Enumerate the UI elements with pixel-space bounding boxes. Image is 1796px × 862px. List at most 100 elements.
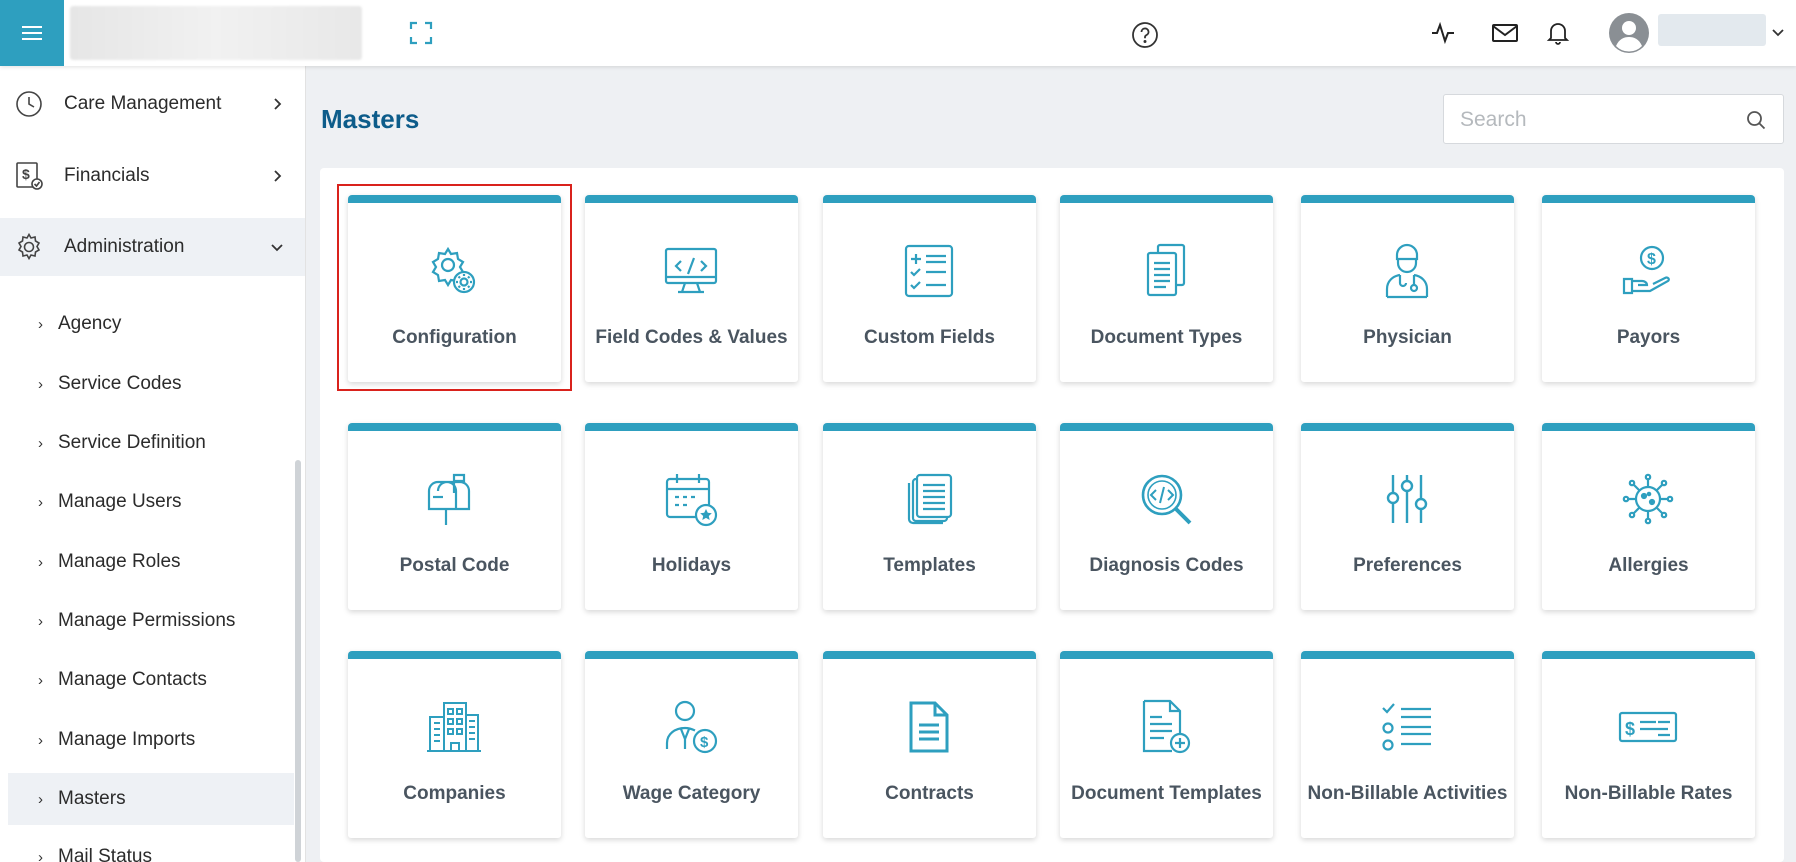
tile-diagnosis-codes[interactable]: Diagnosis Codes [1060,423,1273,610]
svg-text:$: $ [700,734,709,751]
sidebar-subitem-label: Mail Status [58,846,152,862]
sidebar-scrollbar[interactable] [295,460,301,862]
sidebar-subitem-label: Manage Roles [58,551,181,572]
cheque-icon: $ [1618,711,1678,743]
tile-label: Allergies [1608,555,1689,576]
tile-label: Non-Billable Rates [1564,783,1733,804]
fullscreen-icon[interactable] [408,20,434,46]
tile-contracts[interactable]: Contracts [823,651,1036,838]
chevron-right-icon: › [38,553,43,571]
checklist-icon [904,244,954,298]
sidebar-subitem-manage-users[interactable]: › Manage Users [8,476,294,528]
page-title: Masters [321,104,420,134]
tile-label: Diagnosis Codes [1089,555,1244,576]
template-pages-icon [907,473,953,525]
tile-label: Custom Fields [864,327,995,348]
tile-label: Physician [1363,327,1452,348]
chevron-right-icon: › [38,731,43,749]
svg-text:$: $ [1625,719,1635,739]
search-box [1443,94,1784,144]
tile-label: Payors [1616,327,1681,348]
tile-preferences[interactable]: Preferences [1301,423,1514,610]
sidebar-subitem-manage-contacts[interactable]: › Manage Contacts [8,654,294,706]
chevron-right-icon: › [38,671,43,689]
tile-document-templates[interactable]: Document Templates [1060,651,1273,838]
mail-icon[interactable] [1490,18,1520,48]
code-search-icon [1141,474,1192,525]
user-avatar[interactable] [1608,12,1650,54]
hand-dollar-icon: $ [1622,245,1670,295]
tile-label: Field Codes & Values [595,327,788,348]
chevron-down-icon [271,244,283,252]
tile-wage-category[interactable]: $ Wage Category [585,651,798,838]
sidebar-subitem-manage-permissions[interactable]: › Manage Permissions [8,595,294,647]
sidebar-subitem-service-definition[interactable]: › Service Definition [8,417,294,469]
tile-postal-code[interactable]: Postal Code [348,423,561,610]
sidebar-subitem-agency[interactable]: › Agency [8,298,294,350]
sidebar-item-label: Care Management [64,93,222,114]
tile-configuration[interactable]: Configuration [348,195,561,382]
sidebar-subitem-label: Manage Contacts [58,669,207,690]
clock-icon [16,91,42,117]
tile-label: Companies [403,783,506,804]
financials-dollar-icon: $ [16,162,43,190]
sidebar-subitem-label: Service Definition [58,432,206,453]
tile-custom-fields[interactable]: Custom Fields [823,195,1036,382]
virus-icon [1622,473,1674,525]
sidebar-item-administration[interactable]: Administration [0,218,305,276]
calendar-star-icon [665,474,718,527]
sidebar-subitem-manage-imports[interactable]: › Manage Imports [8,714,294,766]
sidebar-item-financials[interactable]: $ Financials [0,147,305,205]
list-check-icon [1382,703,1431,751]
tile-label: Wage Category [622,783,761,804]
tile-label: Configuration [392,327,517,348]
tile-non-billable-activities[interactable]: Non-Billable Activities [1301,651,1514,838]
tile-holidays[interactable]: Holidays [585,423,798,610]
notification-bell-icon[interactable] [1543,18,1573,48]
tile-label: Templates [883,555,976,576]
sidebar-subitem-label: Manage Users [58,491,182,512]
hamburger-icon [22,26,42,40]
tile-payors[interactable]: $ Payors [1542,195,1755,382]
tile-label: Document Types [1090,327,1243,348]
chevron-right-icon [274,170,282,182]
sidebar-subitem-service-codes[interactable]: › Service Codes [8,358,294,410]
chevron-right-icon: › [38,790,43,808]
chevron-right-icon: › [38,375,43,393]
tile-label: Contracts [885,783,974,804]
tile-document-types[interactable]: Document Types [1060,195,1273,382]
sidebar-subitem-manage-roles[interactable]: › Manage Roles [8,536,294,588]
buildings-icon [427,702,481,752]
mailbox-icon [427,473,471,525]
gear-cog-icon [431,246,476,294]
sidebar: Care Management $ Financials Administrat… [0,66,306,862]
user-name[interactable] [1658,14,1766,46]
search-input[interactable] [1460,105,1730,135]
chevron-right-icon [274,98,282,110]
tile-templates[interactable]: Templates [823,423,1036,610]
chevron-down-icon[interactable] [1770,24,1786,40]
activity-pulse-icon[interactable] [1428,18,1458,48]
tile-physician[interactable]: Physician [1301,195,1514,382]
person-dollar-icon: $ [665,700,718,754]
document-add-icon [1142,699,1191,754]
tile-non-billable-rates[interactable]: $ Non-Billable Rates [1542,651,1755,838]
sidebar-subitem-mail-status[interactable]: › Mail Status [8,831,294,862]
sidebar-item-label: Financials [64,165,150,186]
chevron-right-icon: › [38,493,43,511]
chevron-right-icon: › [38,315,43,333]
search-icon[interactable] [1745,109,1767,131]
sidebar-subitem-label: Agency [58,313,122,334]
brand-logo [70,6,362,60]
tile-field-codes-values[interactable]: Field Codes & Values [585,195,798,382]
tile-allergies[interactable]: Allergies [1542,423,1755,610]
tile-companies[interactable]: Companies [348,651,561,838]
svg-text:$: $ [22,166,30,182]
help-icon[interactable] [1130,20,1160,50]
sidebar-item-label: Administration [64,236,185,257]
tile-label: Preferences [1353,555,1462,576]
hamburger-menu-button[interactable] [0,0,64,66]
sidebar-item-care-management[interactable]: Care Management [0,75,305,133]
svg-text:$: $ [1647,251,1656,268]
sidebar-subitem-masters[interactable]: › Masters [8,773,294,825]
